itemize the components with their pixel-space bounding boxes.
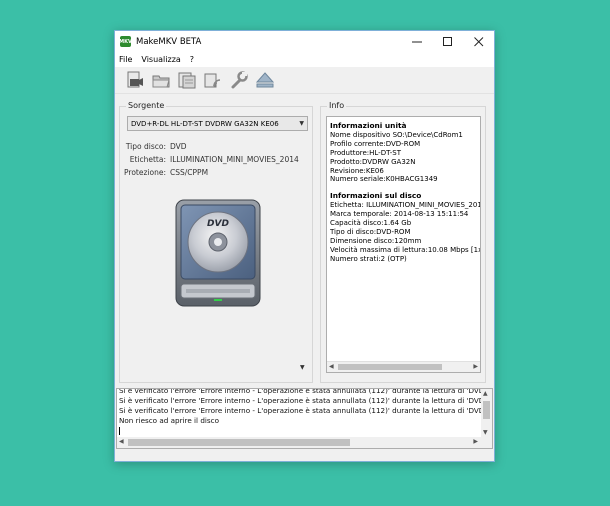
source-group-label: Sorgente	[126, 101, 167, 110]
menu-help[interactable]: ?	[190, 55, 194, 64]
protection-value: CSS/CPPM	[170, 168, 209, 177]
disc-info-line: Marca temporale: 2014-08-13 15:11:54	[330, 210, 469, 219]
scrollbar-thumb[interactable]	[338, 364, 442, 370]
chevron-down-icon: ▼	[299, 120, 304, 127]
open-files-button[interactable]	[124, 69, 146, 91]
eject-icon	[255, 72, 275, 88]
text-cursor	[119, 427, 120, 435]
log-scroll-left-icon[interactable]: ◀	[119, 438, 124, 445]
scroll-up-icon[interactable]: ▲	[483, 390, 488, 397]
info-content: Informazioni unità Nome dispositivo SO:\…	[330, 122, 480, 264]
backup-icon	[178, 72, 196, 89]
dvd-drive-label: DVD	[207, 219, 229, 229]
log-lines: Si è verificato l'errore 'Errore interno…	[119, 388, 481, 435]
log-line: Si è verificato l'errore 'Errore interno…	[119, 396, 481, 405]
unit-info-line: Prodotto:DVDRW GA32N	[330, 157, 416, 166]
info-horizontal-scrollbar[interactable]: ◀ ▶	[327, 361, 480, 372]
settings-button[interactable]	[228, 69, 250, 91]
small-chevron-down-icon[interactable]: ▼	[300, 364, 305, 371]
scroll-left-icon[interactable]: ◀	[329, 363, 334, 370]
info-group-label: Info	[327, 101, 347, 110]
minimize-icon	[411, 41, 422, 42]
maximize-icon	[442, 36, 452, 46]
log-line: Si è verificato l'errore 'Errore interno…	[119, 406, 481, 415]
unit-info-line: Profilo corrente:DVD-ROM	[330, 139, 421, 148]
menu-file[interactable]: File	[119, 55, 132, 64]
dvd-drive-icon[interactable]: DVD	[174, 198, 262, 308]
open-files-icon	[127, 71, 143, 88]
menu-visualizza[interactable]: Visualizza	[141, 55, 180, 64]
info-panel[interactable]: Informazioni unità Nome dispositivo SO:\…	[326, 116, 481, 373]
disc-type-value: DVD	[170, 142, 187, 151]
unit-info-heading: Informazioni unità	[330, 122, 407, 130]
open-disc-icon	[152, 75, 170, 88]
scroll-down-icon[interactable]: ▼	[483, 429, 488, 436]
window-title: MakeMKV BETA	[136, 36, 202, 47]
backup-button[interactable]	[176, 69, 198, 91]
unit-info-line: Produttore:HL-DT-ST	[330, 148, 401, 157]
log-line: Si è verificato l'errore 'Errore interno…	[119, 388, 481, 395]
close-button[interactable]	[463, 31, 494, 52]
scroll-right-icon[interactable]: ▶	[473, 363, 478, 370]
unit-info-line: Nome dispositivo SO:\Device\CdRom1	[330, 130, 463, 139]
eject-button[interactable]	[254, 69, 276, 91]
unit-info-line: Numero seriale:K0HBACG1349	[330, 175, 438, 184]
disc-info-line: Dimensione disco:120mm	[330, 236, 422, 245]
drive-select[interactable]: DVD+R-DL HL-DT-ST DVDRW GA32N KE06 ▼	[127, 116, 308, 131]
protection-label: Protezione:	[124, 168, 166, 177]
disc-info-line: Numero strati:2 (OTP)	[330, 254, 407, 263]
log-hscroll-thumb[interactable]	[128, 439, 350, 446]
stream-button[interactable]	[202, 69, 224, 91]
disc-type-label: Tipo disco:	[125, 142, 166, 151]
disc-info-line: Tipo di disco:DVD-ROM	[330, 227, 411, 236]
log-vscroll-thumb[interactable]	[483, 401, 490, 419]
disc-label-value: ILLUMINATION_MINI_MOVIES_2014	[170, 155, 299, 164]
minimize-button[interactable]	[401, 31, 432, 52]
makemkv-app-icon: MKV	[119, 36, 132, 47]
log-scroll-right-icon[interactable]: ▶	[473, 438, 478, 445]
settings-wrench-icon	[231, 71, 248, 89]
disc-info-heading: Informazioni sul disco	[330, 191, 422, 201]
close-icon	[473, 36, 483, 46]
title-bar[interactable]: MKV MakeMKV BETA	[115, 31, 494, 52]
maximize-button[interactable]	[432, 31, 463, 52]
unit-info-line: Revisione:KE06	[330, 166, 384, 175]
log-output[interactable]: Si è verificato l'errore 'Errore interno…	[116, 388, 493, 449]
disc-label-label: Etichetta:	[129, 155, 166, 164]
log-line: Non riesco ad aprire il disco	[119, 416, 219, 425]
log-horizontal-scrollbar[interactable]: ◀ ▶	[117, 437, 492, 448]
disc-info-line: Etichetta: ILLUMINATION_MINI_MOVIES_2014	[330, 201, 480, 210]
drive-select-value: DVD+R-DL HL-DT-ST DVDRW GA32N KE06	[131, 119, 279, 128]
open-disc-button[interactable]	[150, 69, 172, 91]
disc-info-line: Capacità disco:1.64 Gb	[330, 219, 412, 228]
toolbar	[115, 67, 494, 94]
stream-icon	[204, 73, 221, 88]
disc-info-line: Velocità massima di lettura:10.08 Mbps […	[330, 245, 480, 254]
menu-bar: File Visualizza ?	[115, 52, 494, 67]
